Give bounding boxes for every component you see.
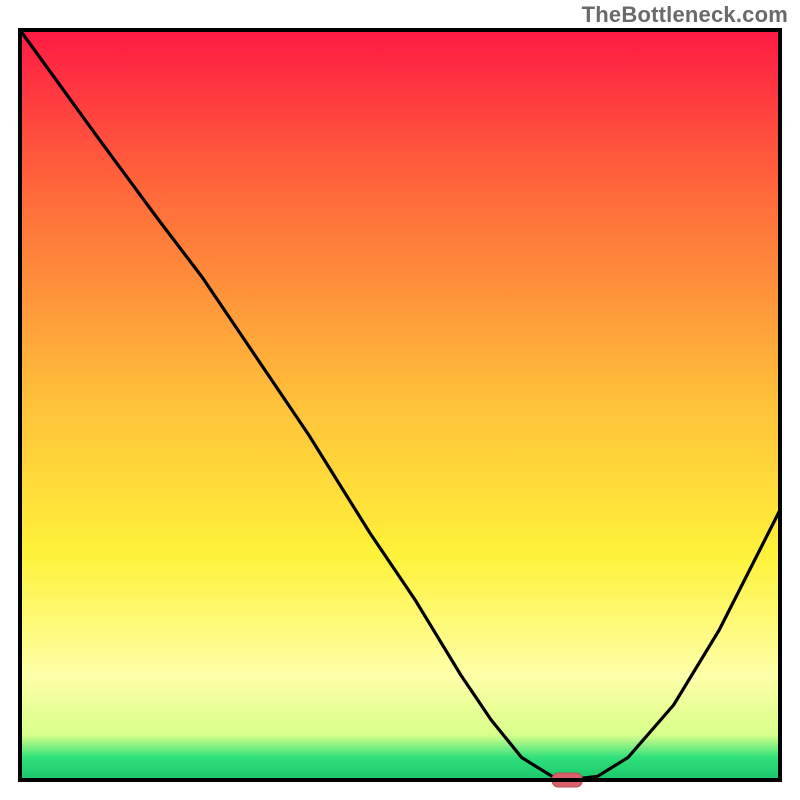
bottleneck-chart [0, 0, 800, 800]
plot-area [20, 30, 780, 787]
gradient-background [20, 30, 780, 780]
